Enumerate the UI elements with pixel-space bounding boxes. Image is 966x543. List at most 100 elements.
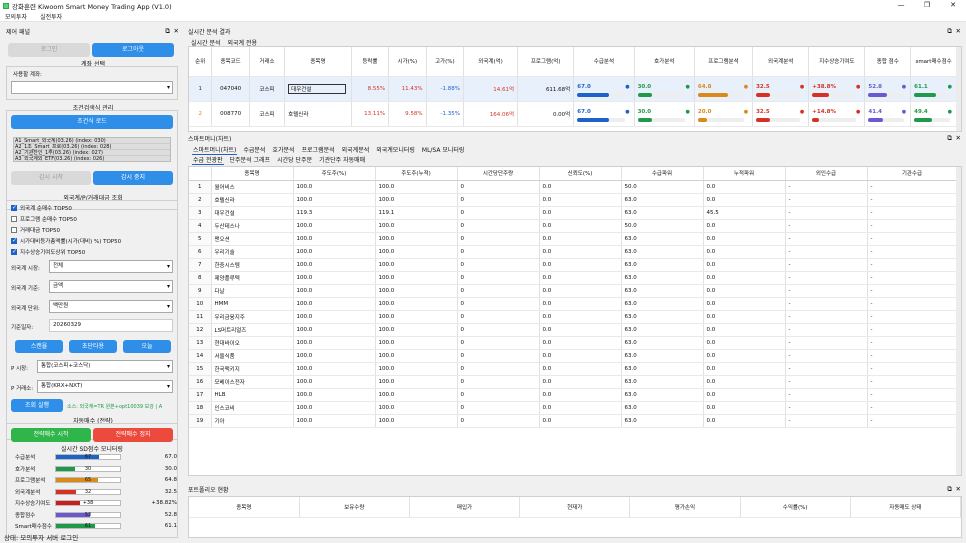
column-header[interactable]: 종목명 [284,47,352,77]
table-row[interactable]: 16 모베이스전자 100.0 100.0 0 0.0 63.0 0.0- - [189,375,958,389]
float-icon[interactable]: ⧉ [947,26,952,36]
column-header[interactable]: 지수상승기여도 [808,47,866,77]
checkbox-checked[interactable] [11,237,17,244]
realtime-scrollbar[interactable] [956,47,961,131]
auto-buy-start-button[interactable]: 전략매수 시작 [11,428,91,442]
table-row[interactable]: 11 우리금융지주 100.0 100.0 0 0.0 63.0 0.0- - [189,310,958,324]
tab-smart2-3[interactable]: 기관단주 자동매매 [318,155,366,165]
float-icon[interactable]: ⧉ [165,26,170,36]
close-icon[interactable]: ✕ [956,484,961,494]
market-select[interactable]: 전체 ▾ [49,260,173,273]
table-row[interactable]: 3 대우건설 119.3 119.1 0 0.0 63.0 45.5- - [189,206,958,220]
column-header[interactable]: 종목명 [211,167,294,181]
table-row[interactable]: 4 두산테스나 100.0 100.0 0 0.0 50.0 0.0- - [189,219,958,233]
table-row[interactable]: 19 기아 100.0 100.0 0 0.0 63.0 0.0- - [189,414,958,428]
column-header[interactable]: smart매수점수 [910,47,957,77]
check-foreign-top50[interactable]: 외국계 순매수 TOP50 [11,204,72,212]
table-row[interactable]: 18 인스코비 100.0 100.0 0 0.0 63.0 0.0- - [189,401,958,415]
table-row[interactable]: 1 047040 코스피 대우건설 8.55% 11.43% -1.88% 14.61억 611… [189,76,957,102]
scan-button[interactable]: 스캔율 [15,340,63,353]
condition-load-button[interactable]: 조건식 로드 [11,115,173,129]
check-volume-top50[interactable]: 거래대금 TOP50 [11,226,60,234]
column-header[interactable]: 주도주(%) [293,167,376,181]
float-icon[interactable]: ⧉ [947,484,952,494]
check-open-ratio-top50[interactable]: 시가대비등가총액률(시가(대비) %) TOP50 [11,237,121,245]
column-header[interactable]: 외국계분석 [752,47,810,77]
menu-real-trading[interactable]: 실전투자 [40,12,62,21]
condition-list[interactable]: A1_Smart_외국계(03.26) (index: 030) A2_1조_S… [13,137,171,162]
table-row[interactable]: 2 호텔신라 100.0 100.0 0 0.0 63.0 0.0- - [189,193,958,207]
table-row[interactable]: 15 한국맥키지 100.0 100.0 0 0.0 63.0 0.0- - [189,362,958,376]
column-header[interactable]: 수급분석 [573,47,635,77]
table-row[interactable]: 12 LS머트리얼즈 100.0 100.0 0 0.0 63.0 0.0- - [189,323,958,337]
logout-button[interactable]: 로그아웃 [92,43,174,57]
column-header[interactable]: 거래소 [249,47,286,77]
tab-smart2-0[interactable]: 수급 전광판 [192,155,224,165]
column-header[interactable]: 시가(%) [388,47,427,77]
column-header[interactable]: 프로그램(억) [517,47,575,77]
column-header[interactable]: 시간당단주량 [457,167,540,181]
tab-smart-3[interactable]: 프로그램분석 [301,145,336,155]
close-icon[interactable]: ✕ [174,26,179,36]
column-header[interactable]: 누적파워 [703,167,786,181]
checkbox-unchecked[interactable] [11,216,17,222]
smart-scrollbar[interactable] [956,167,961,475]
column-header[interactable]: 외국계(억) [463,47,519,77]
minimize-button[interactable]: — [888,0,914,11]
tab-smart2-2[interactable]: 시간당 단주분 [276,155,313,165]
close-icon[interactable]: ✕ [956,26,961,36]
table-row[interactable]: 9 다날 100.0 100.0 0 0.0 63.0 0.0- - [189,284,958,298]
tab-smart-5[interactable]: 외국계모니터링 [375,145,416,155]
float-icon[interactable]: ⧉ [947,133,952,143]
column-header[interactable]: 호가분석 [634,47,695,77]
account-select[interactable]: ▾ [11,81,173,94]
column-header[interactable]: 등락률 [351,47,390,77]
column-header[interactable]: 주도주(누적) [375,167,458,181]
column-header[interactable]: 프로그램분석 [694,47,754,77]
unit-select[interactable]: 백만원 ▾ [49,300,173,313]
close-button[interactable]: ✕ [940,0,966,11]
date-input[interactable]: 20260329 [49,319,173,332]
column-header[interactable]: 수급파워 [621,167,704,181]
stock-name[interactable]: 대우건설 [288,83,347,94]
table-row[interactable]: 6 우리기술 100.0 100.0 0 0.0 63.0 0.0- - [189,245,958,259]
tab-smart-1[interactable]: 수급분석 [242,145,266,155]
menu-mock-trading[interactable]: 모의투자 [5,12,27,21]
p-exchange-select[interactable]: 통합(KRX+NXT) ▾ [37,380,173,393]
checkbox-checked[interactable] [11,248,17,255]
table-row[interactable]: 5 맨오션 100.0 100.0 0 0.0 63.0 0.0- - [189,232,958,246]
scalp-button[interactable]: 초단타용 [69,340,117,353]
maximize-button[interactable]: ❐ [914,0,940,11]
table-row[interactable]: 13 현대바이오 100.0 100.0 0 0.0 63.0 0.0- - [189,336,958,350]
column-header[interactable]: 종합 점수 [864,47,912,77]
column-header[interactable]: 외인수급 [785,167,868,181]
table-row[interactable]: 8 제양플루텍 100.0 100.0 0 0.0 63.0 0.0- - [189,271,958,285]
check-index-contrib-top50[interactable]: 지수상승기여도상위 TOP50 [11,248,85,256]
tab-smart-0[interactable]: 스마트머니(차트) [192,145,238,155]
column-header[interactable]: 수익률(%) [740,497,851,518]
table-row[interactable]: 2 008770 코스피 호텔신라 13.11% 9.58% -1.35% 164.06억 0.… [189,101,957,127]
column-header[interactable]: 자동매도 상태 [850,497,961,518]
column-header[interactable]: 신뢰도(%) [539,167,622,181]
column-header[interactable]: 순위 [189,47,213,77]
basis-select[interactable]: 금액 ▾ [49,280,173,293]
table-row[interactable]: 10 HMM 100.0 100.0 0 0.0 63.0 0.0- - [189,297,958,311]
stock-name[interactable]: 호텔신라 [288,112,308,118]
p-market-select[interactable]: 통합(코스피+코스닥) ▾ [37,360,173,373]
column-header[interactable]: 기관수급 [867,167,958,181]
column-header[interactable]: 종목코드 [211,47,250,77]
login-button[interactable]: 로그인 [8,43,90,57]
list-item[interactable]: A3_외국계외_ETF(03.26) (index: 026) [14,156,170,161]
checkbox-checked[interactable] [11,204,17,211]
table-row[interactable]: 1 월어비스 100.0 100.0 0 0.0 50.0 0.0- - [189,180,958,194]
column-header[interactable]: 고가(%) [426,47,465,77]
close-icon[interactable]: ✕ [956,133,961,143]
auto-buy-stop-button[interactable]: 전략매수 정지 [93,428,173,442]
table-row[interactable]: 7 한중시스템 100.0 100.0 0 0.0 63.0 0.0- - [189,258,958,272]
checkbox-unchecked[interactable] [11,227,17,233]
table-row[interactable]: 17 HLB 100.0 100.0 0 0.0 63.0 0.0- - [189,388,958,402]
column-header[interactable]: 평가손익 [629,497,741,518]
tab-smart-2[interactable]: 호가분석 [271,145,295,155]
column-header[interactable]: 현재가 [519,497,631,518]
column-header[interactable]: 보유수량 [299,497,410,518]
